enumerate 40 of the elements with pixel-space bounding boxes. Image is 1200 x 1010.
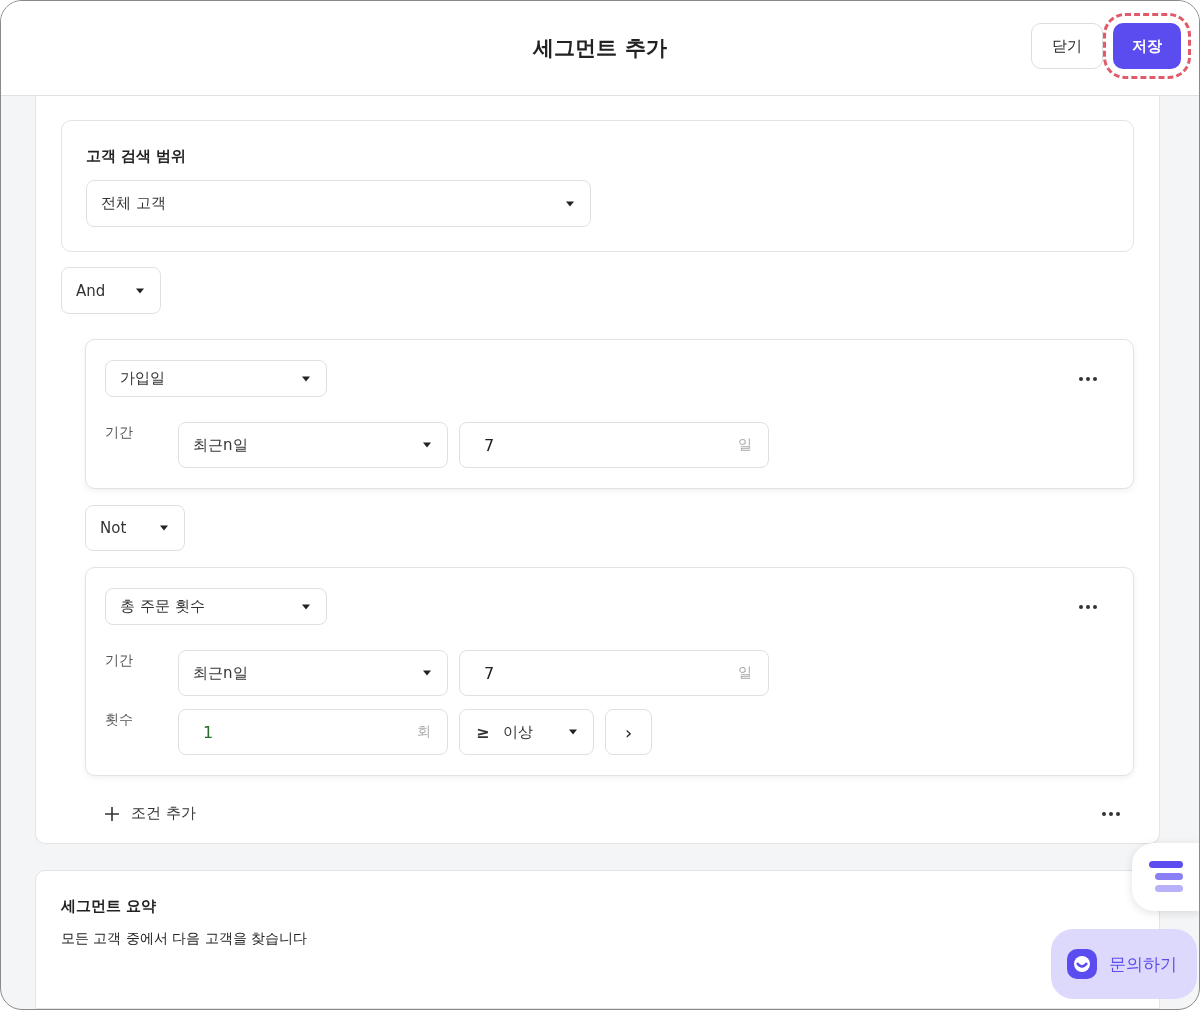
- caret-icon: [423, 442, 431, 448]
- menu-fab[interactable]: [1132, 843, 1199, 911]
- number-field[interactable]: 7 일: [459, 422, 769, 468]
- chat-icon: [1067, 949, 1097, 979]
- caret-icon: [136, 287, 144, 294]
- operator-select[interactable]: And: [61, 267, 161, 314]
- section-title: 고객 검색 범위: [86, 147, 188, 166]
- save-button[interactable]: 저장: [1113, 23, 1181, 69]
- more-icon[interactable]: [1079, 604, 1097, 609]
- number-field[interactable]: 1 회: [178, 709, 448, 755]
- dialog-title: 세그먼트 추가: [533, 35, 667, 62]
- caret-icon: [302, 603, 310, 610]
- summary-text: 모든 고객 중에서 다음 고객을 찾습니다: [61, 930, 309, 948]
- chat-button[interactable]: 문의하기: [1051, 929, 1197, 999]
- more-icon[interactable]: [1102, 811, 1120, 816]
- comparator-label: 이상: [503, 722, 534, 742]
- more-icon[interactable]: [1079, 376, 1097, 381]
- caret-icon: [569, 729, 577, 735]
- scope-select[interactable]: 전체 고객: [86, 180, 591, 227]
- period-select[interactable]: 최근n일: [178, 422, 448, 468]
- add-condition-button[interactable]: 조건 추가: [105, 804, 196, 823]
- stack-icon: [1148, 861, 1184, 893]
- caret-icon: [566, 200, 574, 207]
- number-field[interactable]: 7 일: [459, 650, 769, 696]
- period-select[interactable]: 최근n일: [178, 650, 448, 696]
- field-select[interactable]: 총 주문 횟수: [105, 588, 327, 625]
- row-label: 횟수: [105, 710, 134, 729]
- join-select[interactable]: Not: [85, 505, 185, 551]
- caret-icon: [160, 525, 168, 531]
- comparator-select[interactable]: ≥ 이상: [459, 709, 594, 755]
- comparator-symbol: ≥: [476, 722, 490, 742]
- caret-icon: [302, 375, 310, 382]
- field-select[interactable]: 가입일: [105, 360, 327, 397]
- next-button[interactable]: ›: [605, 709, 652, 755]
- plus-icon: [105, 806, 119, 821]
- close-button[interactable]: 닫기: [1031, 23, 1103, 69]
- section-title: 세그먼트 요약: [61, 897, 158, 916]
- row-label: 기간: [105, 423, 134, 442]
- caret-icon: [423, 670, 431, 676]
- row-label: 기간: [105, 651, 134, 670]
